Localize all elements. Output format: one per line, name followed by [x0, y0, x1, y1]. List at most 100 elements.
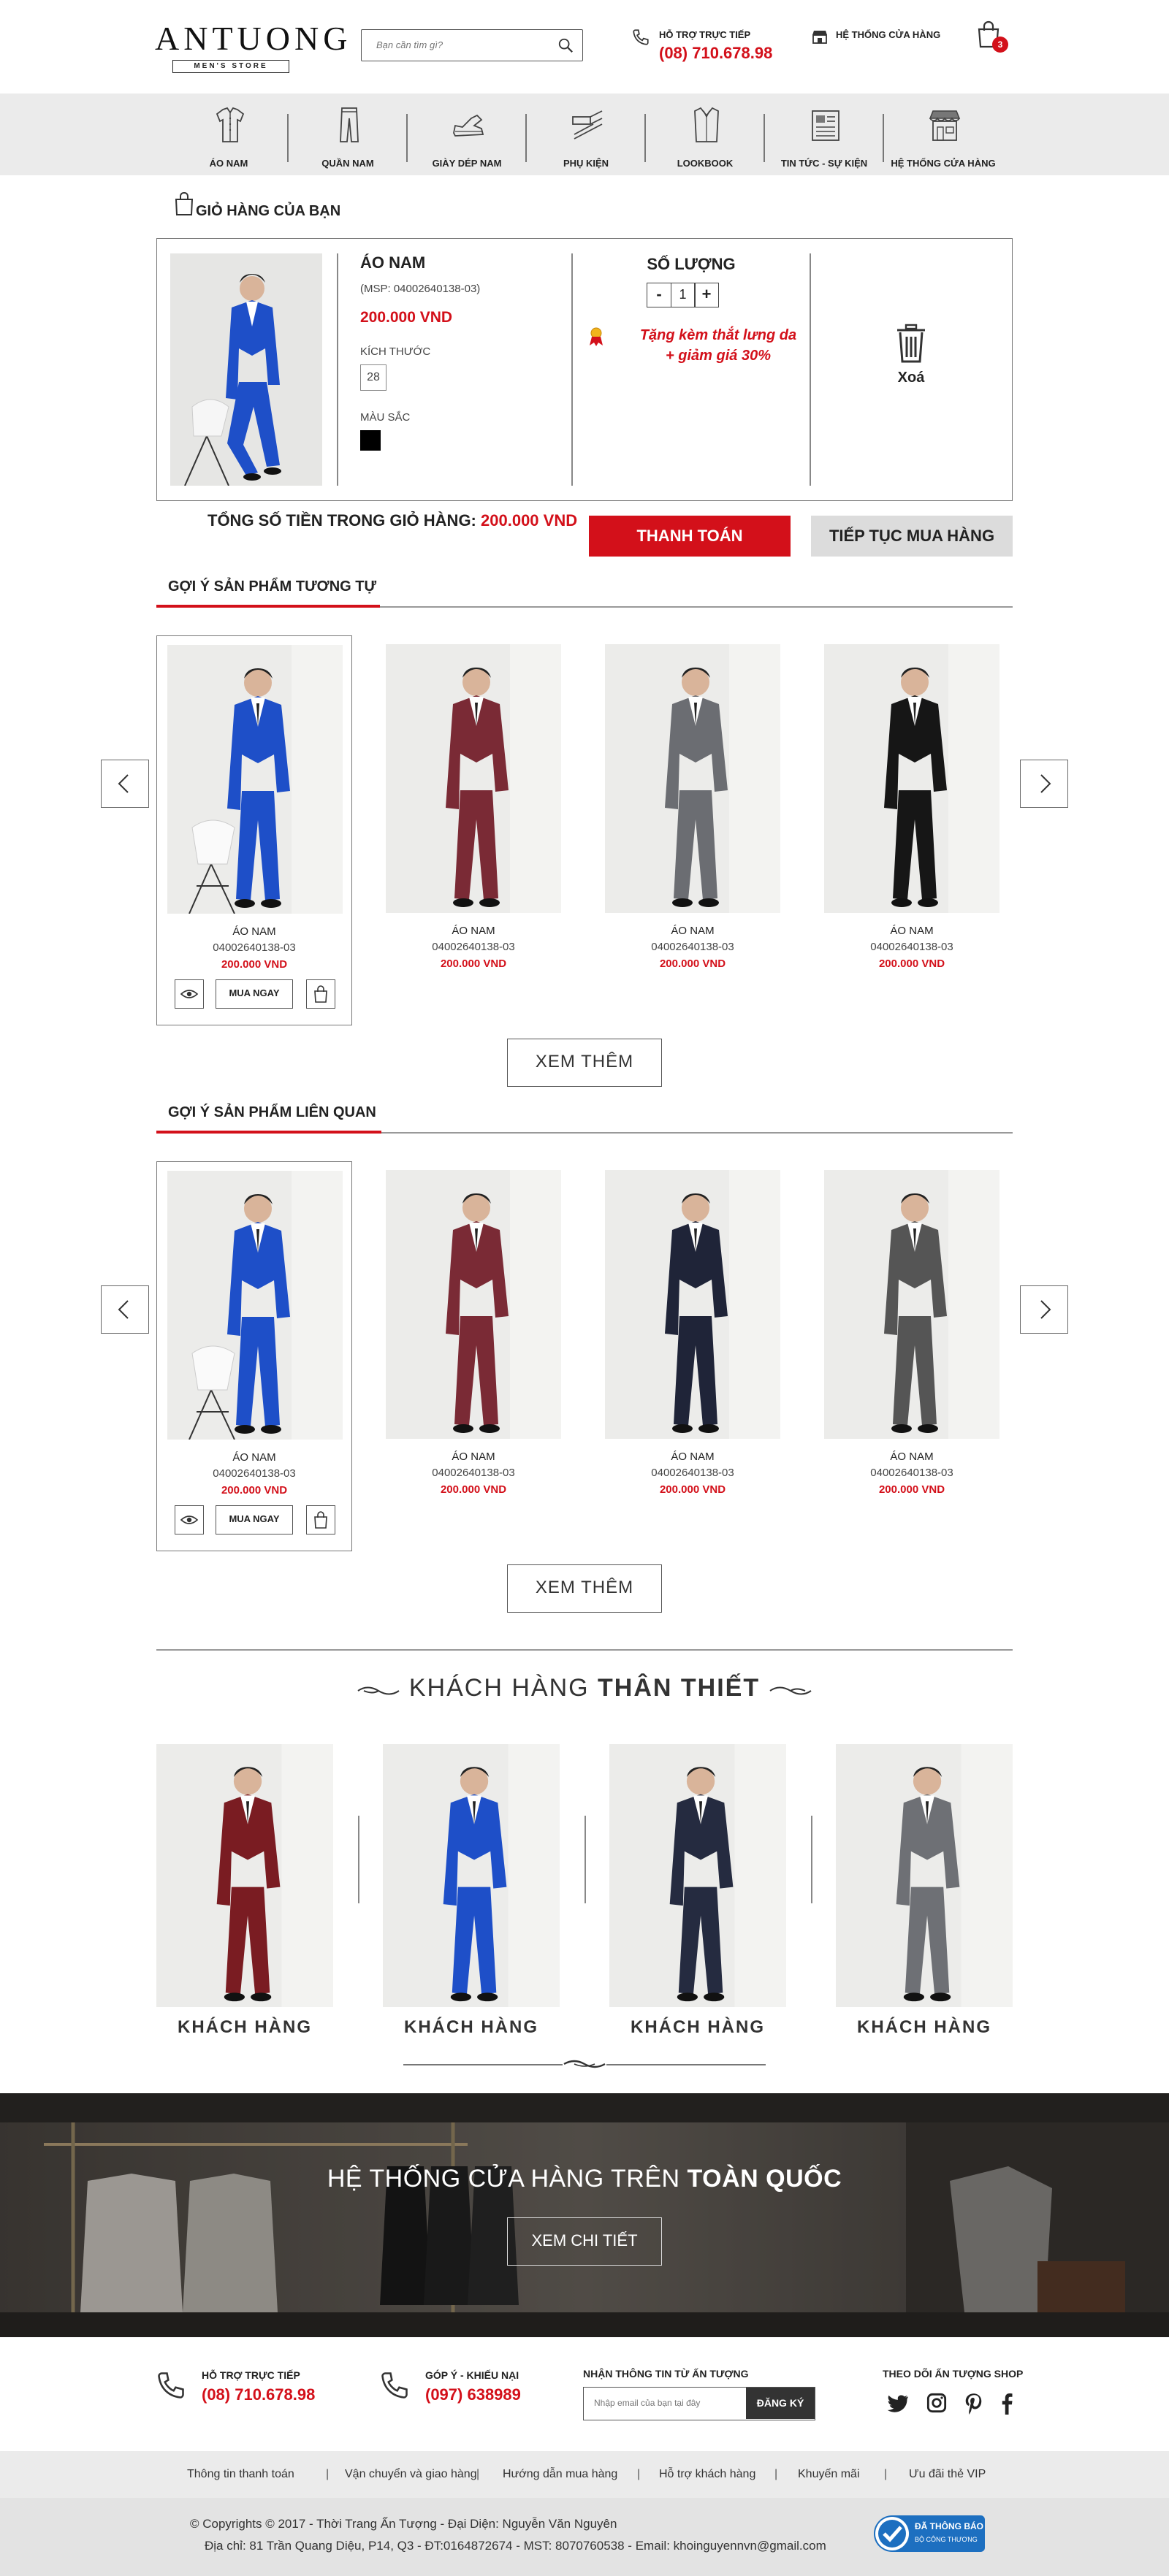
facebook-icon[interactable]	[1001, 2393, 1013, 2415]
ornament-right-icon	[769, 1686, 812, 1695]
product-card[interactable]: ÁO NAM 04002640138-03 200.000 VND	[376, 635, 571, 1025]
product-code: 04002640138-03	[432, 1467, 515, 1479]
nav-item-phu-kien[interactable]: PHỤ KIỆN	[531, 93, 641, 175]
footer-link[interactable]: Hướng dẫn mua hàng	[503, 2468, 617, 2481]
carousel-next-button[interactable]	[1020, 1285, 1068, 1334]
chevron-right-icon	[1040, 1300, 1051, 1319]
delete-button[interactable]: Xoá	[888, 324, 934, 389]
pinterest-icon[interactable]	[964, 2393, 983, 2415]
customer-card[interactable]: KHÁCH HÀNG	[383, 1744, 560, 2038]
customer-name: KHÁCH HÀNG	[178, 2017, 312, 2037]
logo[interactable]: ANTUONG	[155, 20, 351, 57]
qty-value[interactable]: 1	[670, 283, 696, 307]
product-price: 200.000 VND	[440, 1483, 507, 1496]
customer-card[interactable]: KHÁCH HÀNG	[156, 1744, 333, 2038]
footer-link[interactable]: Khuyến mãi	[798, 2468, 860, 2481]
size-value[interactable]: 28	[360, 364, 387, 391]
twitter-icon[interactable]	[887, 2394, 909, 2413]
nav-item-tin-tuc[interactable]: TIN TỨC - SỰ KIỆN	[769, 93, 879, 175]
hotline-label: HỖ TRỢ TRỰC TIẾP	[659, 29, 751, 40]
add-to-cart-button[interactable]	[306, 1505, 335, 1534]
product-image[interactable]	[824, 644, 999, 913]
carousel-next-button[interactable]	[1020, 760, 1068, 808]
product-image[interactable]	[167, 1171, 343, 1440]
continue-shopping-button[interactable]: TIẾP TỤC MUA HÀNG	[811, 516, 1013, 557]
footer-link[interactable]: Ưu đãi thẻ VIP	[909, 2468, 986, 2481]
product-image[interactable]	[824, 1170, 999, 1439]
view-more-button[interactable]: XEM THÊM	[507, 1039, 662, 1087]
color-swatch[interactable]	[360, 430, 381, 451]
link-separator: |	[637, 2468, 641, 2480]
cart-item-image[interactable]	[170, 253, 322, 486]
product-card[interactable]: ÁO NAM 04002640138-03 200.000 VND	[595, 1161, 791, 1551]
eye-icon	[180, 990, 199, 998]
product-name: ÁO NAM	[232, 925, 276, 938]
carousel-prev-button[interactable]	[101, 760, 149, 808]
product-price: 200.000 VND	[878, 1483, 945, 1496]
customer-photo[interactable]	[609, 1744, 786, 2007]
nav-item-quan-nam[interactable]: QUẦN NAM	[293, 93, 403, 175]
search-input[interactable]	[376, 30, 559, 59]
quick-view-button[interactable]	[175, 979, 204, 1009]
copyright-text: © Copyrights © 2017 - Thời Trang Ấn Tượn…	[190, 2517, 617, 2531]
customer-card[interactable]: KHÁCH HÀNG	[609, 1744, 786, 2038]
view-more-button[interactable]: XEM THÊM	[507, 1564, 662, 1613]
hotline-number[interactable]: (08) 710.678.98	[659, 44, 772, 63]
product-card[interactable]: ÁO NAM 04002640138-03 200.000 VND MUA NGAY	[156, 635, 352, 1025]
search-icon[interactable]	[557, 37, 574, 53]
subscribe-button[interactable]: ĐĂNG KÝ	[746, 2388, 815, 2419]
cart-item-name: ÁO NAM	[360, 253, 426, 272]
quick-view-button[interactable]	[175, 1505, 204, 1534]
product-card[interactable]: ÁO NAM 04002640138-03 200.000 VND	[595, 635, 791, 1025]
section-divider	[156, 1649, 1013, 1651]
nav-item-lookbook[interactable]: LOOKBOOK	[650, 93, 760, 175]
divider	[811, 1816, 812, 1903]
qty-label: SỐ LƯỢNG	[647, 255, 736, 273]
divider	[584, 1816, 586, 1903]
footer-link[interactable]: Vận chuyển và giao hàng	[345, 2468, 477, 2481]
cart-total: TỔNG SỐ TIỀN TRONG GIỎ HÀNG: 200.000 VND	[207, 511, 577, 530]
customer-photo[interactable]	[156, 1744, 333, 2007]
header-cart-button[interactable]: 3	[976, 20, 1008, 53]
customer-photo[interactable]	[836, 1744, 1013, 2007]
ministry-badge[interactable]: ĐÃ THÔNG BÁO BỘ CÔNG THƯƠNG	[874, 2515, 985, 2552]
cart-title: GIỎ HÀNG CỦA BẠN	[196, 203, 341, 219]
product-image[interactable]	[386, 644, 561, 913]
feedback-number[interactable]: (097) 638989	[425, 2385, 521, 2404]
product-image[interactable]	[605, 1170, 780, 1439]
product-image[interactable]	[167, 645, 343, 914]
nav-item-ao-nam[interactable]: ÁO NAM	[174, 93, 283, 175]
newsletter-email-input[interactable]	[584, 2388, 737, 2418]
footer-link[interactable]: Hỗ trợ khách hàng	[659, 2468, 755, 2481]
nav-item-giay-dep[interactable]: GIÀY DÉP NAM	[412, 93, 522, 175]
similar-title: GỢI Ý SẢN PHẨM TƯƠNG TỰ	[168, 578, 377, 595]
customer-card[interactable]: KHÁCH HÀNG	[836, 1744, 1013, 2038]
nav-item-he-thong[interactable]: HỆ THỐNG CỬA HÀNG	[888, 93, 998, 175]
footer-link[interactable]: Thông tin thanh toán	[187, 2468, 294, 2481]
product-card[interactable]: ÁO NAM 04002640138-03 200.000 VND	[814, 635, 1010, 1025]
customer-name: KHÁCH HÀNG	[404, 2017, 538, 2037]
buy-now-button[interactable]: MUA NGAY	[216, 979, 293, 1009]
trash-icon	[897, 324, 925, 363]
customer-photo[interactable]	[383, 1744, 560, 2007]
product-name: ÁO NAM	[671, 1451, 715, 1463]
buy-now-button[interactable]: MUA NGAY	[216, 1505, 293, 1534]
pants-icon	[340, 107, 359, 142]
qty-plus-button[interactable]: +	[694, 283, 719, 307]
product-card[interactable]: ÁO NAM 04002640138-03 200.000 VND	[814, 1161, 1010, 1551]
checkout-button[interactable]: THANH TOÁN	[589, 516, 791, 557]
product-card[interactable]: ÁO NAM 04002640138-03 200.000 VND	[376, 1161, 571, 1551]
add-to-cart-button[interactable]	[306, 979, 335, 1009]
instagram-icon[interactable]	[926, 2393, 947, 2413]
product-card[interactable]: ÁO NAM 04002640138-03 200.000 VND MUA NGAY	[156, 1161, 352, 1551]
carousel-prev-button[interactable]	[101, 1285, 149, 1334]
product-image[interactable]	[386, 1170, 561, 1439]
support-number[interactable]: (08) 710.678.98	[202, 2385, 315, 2404]
total-label: TỔNG SỐ TIỀN TRONG GIỎ HÀNG:	[207, 511, 476, 530]
suit-icon	[694, 107, 719, 142]
section-accent	[156, 1131, 381, 1134]
link-separator: |	[476, 2468, 480, 2480]
view-details-button[interactable]: XEM CHI TIẾT	[507, 2217, 662, 2266]
product-image[interactable]	[605, 644, 780, 913]
qty-minus-button[interactable]: -	[647, 283, 671, 307]
